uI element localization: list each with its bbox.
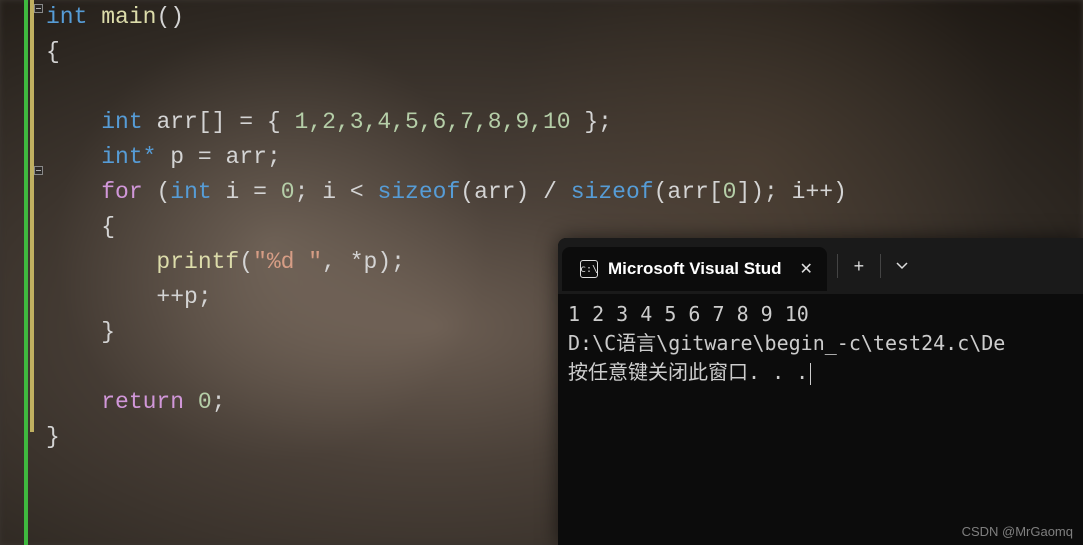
keyword-type: int xyxy=(46,4,87,30)
watermark: CSDN @MrGaomq xyxy=(962,524,1073,539)
terminal-tab-actions: + xyxy=(837,248,923,284)
modified-change-indicator xyxy=(30,0,34,432)
terminal-output[interactable]: 1 2 3 4 5 6 7 8 9 10 D:\C语言\gitware\begi… xyxy=(558,294,1083,393)
terminal-tab[interactable]: c:\ Microsoft Visual Stud ✕ xyxy=(562,247,827,291)
chevron-down-icon xyxy=(896,260,908,272)
fold-toggle-icon[interactable] xyxy=(34,166,43,175)
saved-change-indicator xyxy=(24,0,28,545)
close-icon[interactable]: ✕ xyxy=(800,259,813,279)
output-line: 按任意键关闭此窗口. . . xyxy=(568,360,808,384)
new-tab-button[interactable]: + xyxy=(838,248,880,284)
fold-toggle-icon[interactable] xyxy=(34,4,43,13)
terminal-window[interactable]: c:\ Microsoft Visual Stud ✕ + 1 2 3 4 5 … xyxy=(558,238,1083,545)
output-line: D:\C语言\gitware\begin_-c\test24.c\De xyxy=(568,331,1005,355)
function-name: main xyxy=(101,4,156,30)
terminal-tab-title: Microsoft Visual Stud xyxy=(608,259,782,279)
editor-gutter xyxy=(0,0,44,545)
cmd-icon: c:\ xyxy=(580,260,598,278)
output-line: 1 2 3 4 5 6 7 8 9 10 xyxy=(568,302,809,326)
terminal-cursor xyxy=(810,363,811,385)
tab-dropdown-button[interactable] xyxy=(881,248,923,284)
terminal-titlebar[interactable]: c:\ Microsoft Visual Stud ✕ + xyxy=(558,238,1083,294)
